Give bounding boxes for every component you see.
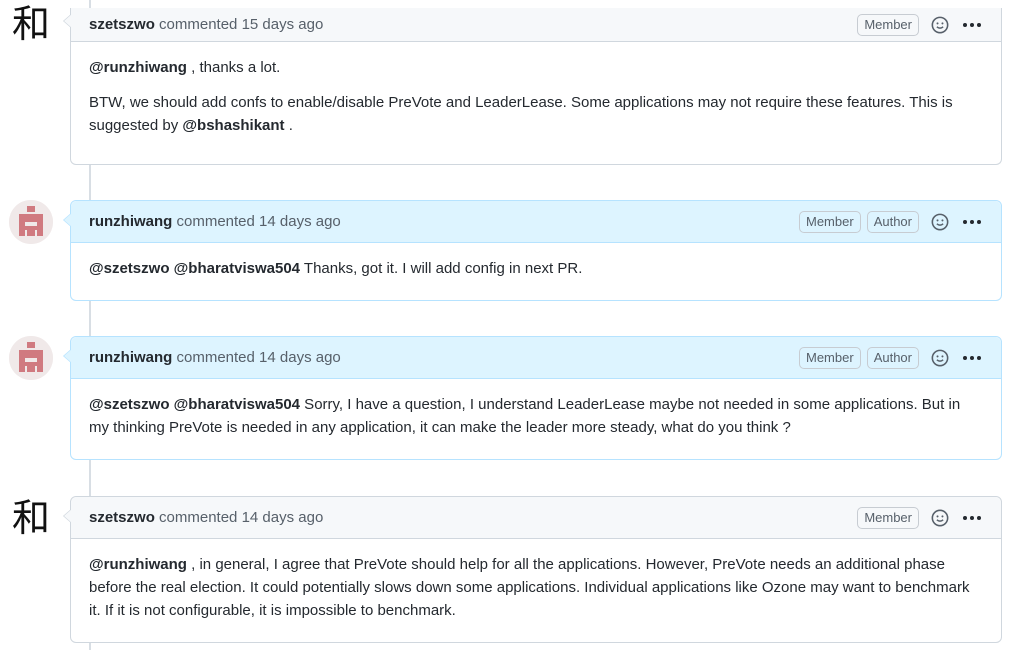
avatar[interactable]: 和 [9,2,53,46]
author-badge: Author [866,210,919,233]
comment-action: commented [176,213,255,230]
avatar[interactable] [9,200,53,244]
comment-paragraph: @runzhiwang , in general, I agree that P… [89,553,983,622]
comment-header: runzhiwang commented 14 days ago Member … [71,201,1001,243]
comment-action: commented [176,349,255,366]
user-mention-link[interactable]: @runzhiwang [89,59,187,76]
smiley-icon[interactable] [929,14,951,36]
comment-author-link[interactable]: runzhiwang [89,349,172,366]
comment-author-link[interactable]: runzhiwang [89,213,172,230]
smiley-icon[interactable] [929,211,951,233]
comment: runzhiwang commented 14 days ago Member … [63,336,1002,460]
avatar[interactable]: 和 [9,496,53,540]
comment-paragraph: @szetszwo @bharatviswa504 Sorry, I have … [89,393,983,439]
member-badge: Member [857,506,919,529]
comment-author-link[interactable]: szetszwo [89,16,155,33]
smiley-icon[interactable] [929,347,951,369]
comment-action: commented [159,16,238,33]
comment-header: runzhiwang commented 14 days ago Member … [71,337,1001,379]
comment-text: , thanks a lot. [186,59,281,76]
member-badge: Member [799,346,861,369]
comment: szetszwo commented 14 days ago Member @r… [63,496,1002,643]
smiley-icon[interactable] [929,507,951,529]
comment-body: @szetszwo @bharatviswa504 Thanks, got it… [71,243,1001,294]
comment-body: @runzhiwang , thanks a lot. BTW, we shoul… [71,42,1001,151]
user-mention-link[interactable]: @szetszwo [89,260,169,277]
comment-meta: szetszwo commented 15 days ago [89,16,851,33]
comment-action: commented [159,509,238,526]
user-mention-link[interactable]: @bharatviswa504 [174,260,300,277]
comment-header: szetszwo commented 14 days ago Member [71,497,1001,539]
identicon-image [9,200,53,244]
comment-timestamp-link[interactable]: 14 days ago [259,349,341,366]
comment-timestamp-link[interactable]: 15 days ago [242,16,324,33]
user-mention-link[interactable]: @runzhiwang [89,556,187,573]
comment-body: @runzhiwang , in general, I agree that P… [71,539,1001,636]
comment-meta: runzhiwang commented 14 days ago [89,349,793,366]
member-badge: Member [857,13,919,36]
member-badge: Member [799,210,861,233]
user-mention-link[interactable]: @szetszwo [89,396,169,413]
comment-paragraph: @szetszwo @bharatviswa504 Thanks, got it… [89,257,983,280]
comment-paragraph: @runzhiwang , thanks a lot. [89,56,983,79]
kebab-horizontal-icon[interactable] [961,507,983,529]
comment: runzhiwang commented 14 days ago Member … [63,200,1002,301]
kebab-horizontal-icon[interactable] [961,14,983,36]
comment-meta: runzhiwang commented 14 days ago [89,213,793,230]
comment-timestamp-link[interactable]: 14 days ago [242,509,324,526]
identicon-image [9,336,53,380]
comment-header: szetszwo commented 15 days ago Member [71,8,1001,42]
comment-text: , in general, I agree that PreVote shoul… [89,556,970,619]
comment: szetszwo commented 15 days ago Member @r… [63,8,1002,165]
user-mention-link[interactable]: @bharatviswa504 [174,396,300,413]
comment-body: @szetszwo @bharatviswa504 Sorry, I have … [71,379,1001,453]
user-mention-link[interactable]: @bshashikant [182,117,284,134]
comment-text: Thanks, got it. I will add config in nex… [300,260,583,277]
comment-paragraph: BTW, we should add confs to enable/disab… [89,91,983,137]
author-badge: Author [866,346,919,369]
comment-meta: szetszwo commented 14 days ago [89,509,851,526]
avatar-glyph: 和 [11,496,50,540]
kebab-horizontal-icon[interactable] [961,347,983,369]
comment-text: . [284,117,293,134]
kebab-horizontal-icon[interactable] [961,211,983,233]
comment-author-link[interactable]: szetszwo [89,509,155,526]
avatar-glyph: 和 [11,2,50,46]
comment-timestamp-link[interactable]: 14 days ago [259,213,341,230]
avatar[interactable] [9,336,53,380]
